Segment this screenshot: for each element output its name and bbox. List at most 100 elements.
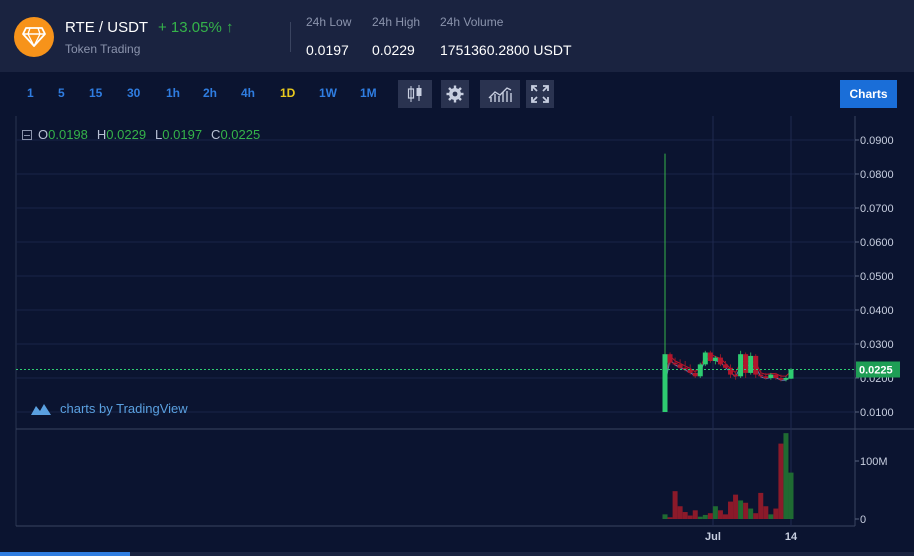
interval-15[interactable]: 15 [89,86,102,100]
price-axis: 0.0900 0.0800 0.0700 0.0600 0.0500 0.0400 0.03… [16,135,900,543]
candle-style-button[interactable] [398,80,432,108]
interval-1h[interactable]: 1h [166,86,180,100]
header-bar: RTE / USDT Token Trading + 13.05% ↑ 24h … [0,0,914,72]
volume-bar [697,516,703,519]
candle-body [677,364,683,368]
volume-bar [722,514,728,519]
volume-bar [733,494,739,519]
charts-button[interactable]: Charts [840,80,897,108]
candle-body [788,369,794,379]
candle-body [783,378,789,380]
indicators-button[interactable] [480,80,520,108]
interval-1m[interactable]: 1M [360,86,377,100]
candle-body [702,352,708,365]
stat-high-label: 24h High [372,15,421,29]
diamond-icon [22,27,46,47]
volume-bar [662,514,668,519]
volume-bar [728,501,734,519]
price-tick-label: 0.0500 [860,271,894,283]
candle-body [697,364,703,377]
candlestick-icon [407,85,422,102]
candle-body [768,374,774,378]
stat-low-value: 0.0197 [306,42,349,58]
volume-bar [692,510,698,519]
candle-body [672,362,678,365]
candle-body [687,369,693,373]
interval-5[interactable]: 5 [58,86,65,100]
volume-bar [763,506,769,519]
price-chart[interactable]: 0.0900 0.0800 0.0700 0.0600 0.0500 0.0400 0.03… [0,116,914,556]
volume-bar [778,443,784,519]
last-price-label: 0.0225 [859,365,893,377]
interval-2h[interactable]: 2h [203,86,217,100]
volume-bar [672,491,678,519]
candle-body [722,364,728,368]
candle-body [712,357,718,361]
candle-body [738,354,744,377]
candle-body [717,357,723,365]
interval-1[interactable]: 1 [27,86,34,100]
volume-bar [682,512,688,519]
tradingview-logo-icon [31,403,51,415]
bottom-scroll-bar[interactable] [0,552,914,556]
candle-body [753,355,759,375]
time-tick-label: 14 [785,531,798,543]
close-label: C [211,127,221,142]
time-tick-label: Jul [705,531,721,543]
candle-body [748,355,754,373]
collapse-legend-icon[interactable] [22,129,32,140]
high-value: 0.0229 [106,127,147,142]
volume-bar [773,508,779,519]
price-tick-label: 0.0900 [860,135,894,147]
token-logo-icon [14,17,54,57]
stat-volume-value: 1751360.2800 USDT [440,42,572,58]
watermark-text: charts by TradingView [60,401,188,416]
volume-bar [768,514,774,519]
gear-icon [446,85,464,103]
price-tick-label: 0.0800 [860,169,894,181]
candle-body [773,374,779,378]
candle-series [662,153,794,412]
volume-bar [717,510,723,519]
pair-name: RTE / USDT [65,19,149,36]
volume-bar [783,433,789,519]
volume-bar [687,515,693,519]
volume-tick-label: 100M [860,456,888,468]
header-divider [290,22,291,52]
interval-1w[interactable]: 1W [319,86,337,100]
volume-bar [743,502,749,519]
candle-body [662,354,668,412]
volume-bar [788,472,794,519]
candle-body [733,374,739,377]
price-change: + 13.05% ↑ [158,19,234,36]
pair-subtitle: Token Trading [65,42,141,56]
high-label: H [96,127,107,142]
indicators-icon [488,87,512,102]
close-value: 0.0225 [220,127,261,142]
volume-bar [702,514,708,519]
candle-body [692,372,698,377]
candle-body [743,354,749,373]
fullscreen-icon [531,85,549,103]
stat-low-label: 24h Low [306,15,352,29]
price-tick-label: 0.0300 [860,339,894,351]
price-tick-label: 0.0700 [860,203,894,215]
tradingview-watermark[interactable]: charts by TradingView [30,401,188,416]
candle-body [763,376,769,378]
scroll-thumb[interactable] [0,552,130,556]
settings-button[interactable] [441,80,469,108]
low-label: L [155,127,163,142]
interval-4h[interactable]: 4h [241,86,255,100]
interval-30[interactable]: 30 [127,86,140,100]
volume-bar [753,513,759,519]
candle-body [728,367,734,375]
volume-tick-label: 0 [860,514,866,526]
fullscreen-button[interactable] [526,80,554,108]
volume-bar [707,513,713,519]
interval-1d[interactable]: 1D [280,86,295,100]
volume-bar [677,506,683,519]
volume-bar [712,506,718,519]
volume-series [662,433,794,519]
volume-bar [758,492,764,519]
price-tick-label: 0.0100 [860,407,894,419]
